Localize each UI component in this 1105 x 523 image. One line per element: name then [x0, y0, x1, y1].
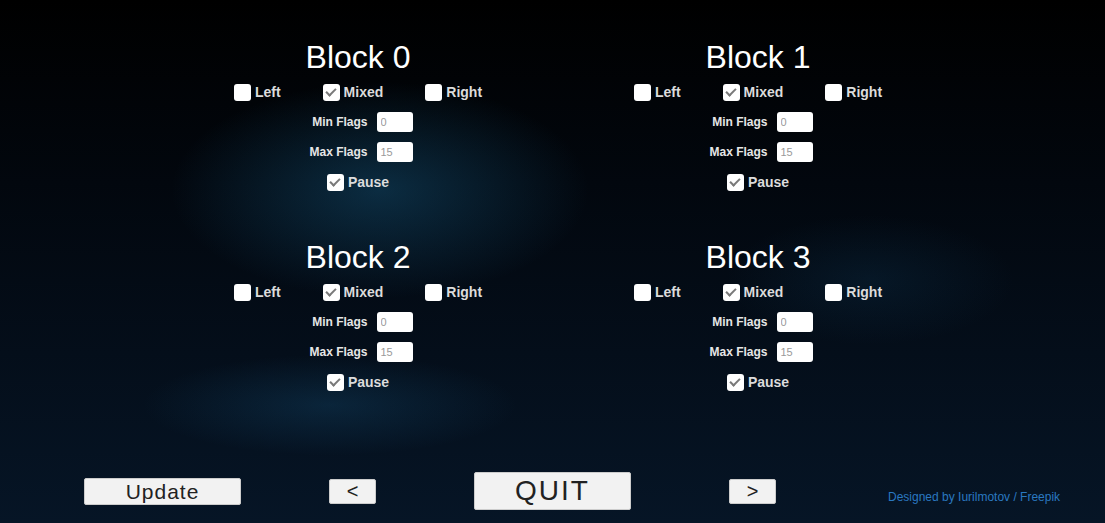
mode-row: Left Mixed Right	[158, 77, 558, 107]
mode-label: Right	[846, 82, 882, 103]
checkbox[interactable]	[234, 84, 251, 101]
block-panel: Block 0 Left Mixed Right Min Flags Max Flags P…	[158, 37, 558, 237]
settings-screen: Block 0 Left Mixed Right Min Flags Max Flags P…	[0, 0, 1105, 523]
field-label: Max Flags	[704, 143, 768, 161]
field-row: Min Flags	[558, 107, 958, 137]
block-panel: Block 2 Left Mixed Right Min Flags Max Flags P…	[158, 237, 558, 437]
block-grid: Block 0 Left Mixed Right Min Flags Max Flags P…	[0, 0, 1105, 437]
field-row: Min Flags	[158, 107, 558, 137]
field-label: Min Flags	[704, 313, 768, 331]
checkbox[interactable]	[825, 84, 842, 101]
field-row: Min Flags	[558, 307, 958, 337]
checkbox[interactable]	[327, 174, 344, 191]
pause-option[interactable]: Pause	[327, 172, 389, 193]
block-panel: Block 3 Left Mixed Right Min Flags Max Flags P…	[558, 237, 958, 437]
mode-option[interactable]: Right	[825, 82, 882, 103]
mode-label: Left	[255, 82, 281, 103]
field-label: Max Flags	[304, 143, 368, 161]
pause-label: Pause	[748, 172, 789, 193]
checkbox[interactable]	[425, 84, 442, 101]
checkbox[interactable]	[634, 84, 651, 101]
checkbox[interactable]	[323, 284, 340, 301]
field-row: Max Flags	[158, 137, 558, 167]
mode-row: Left Mixed Right	[558, 277, 958, 307]
field-label: Max Flags	[304, 343, 368, 361]
pause-label: Pause	[348, 372, 389, 393]
block-title: Block 0	[158, 37, 558, 77]
checkbox[interactable]	[327, 374, 344, 391]
number-field[interactable]	[377, 112, 413, 133]
pause-row: Pause	[558, 367, 958, 397]
field-label: Min Flags	[704, 113, 768, 131]
mode-option[interactable]: Mixed	[723, 282, 784, 303]
mode-label: Right	[846, 282, 882, 303]
mode-label: Mixed	[744, 282, 784, 303]
checkbox[interactable]	[634, 284, 651, 301]
checkbox[interactable]	[727, 374, 744, 391]
pause-row: Pause	[158, 167, 558, 197]
next-button[interactable]: >	[729, 479, 776, 504]
mode-option[interactable]: Left	[634, 82, 681, 103]
checkbox[interactable]	[723, 84, 740, 101]
field-label: Min Flags	[304, 113, 368, 131]
mode-label: Left	[655, 82, 681, 103]
mode-row: Left Mixed Right	[558, 77, 958, 107]
mode-label: Left	[655, 282, 681, 303]
block-title: Block 3	[558, 237, 958, 277]
number-field[interactable]	[777, 312, 813, 333]
field-label: Min Flags	[304, 313, 368, 331]
pause-option[interactable]: Pause	[327, 372, 389, 393]
checkbox[interactable]	[425, 284, 442, 301]
mode-label: Left	[255, 282, 281, 303]
pause-row: Pause	[558, 167, 958, 197]
block-title: Block 1	[558, 37, 958, 77]
block-title: Block 2	[158, 237, 558, 277]
mode-label: Mixed	[344, 82, 384, 103]
mode-option[interactable]: Mixed	[323, 282, 384, 303]
mode-label: Mixed	[744, 82, 784, 103]
number-field[interactable]	[377, 142, 413, 163]
checkbox[interactable]	[323, 84, 340, 101]
mode-option[interactable]: Mixed	[323, 82, 384, 103]
checkbox[interactable]	[234, 284, 251, 301]
pause-row: Pause	[158, 367, 558, 397]
mode-label: Right	[446, 282, 482, 303]
pause-option[interactable]: Pause	[727, 372, 789, 393]
number-field[interactable]	[777, 342, 813, 363]
field-row: Max Flags	[558, 137, 958, 167]
field-row: Max Flags	[558, 337, 958, 367]
mode-option[interactable]: Left	[234, 82, 281, 103]
field-row: Min Flags	[158, 307, 558, 337]
mode-option[interactable]: Right	[425, 282, 482, 303]
field-row: Max Flags	[158, 337, 558, 367]
mode-label: Right	[446, 82, 482, 103]
mode-option[interactable]: Right	[825, 282, 882, 303]
mode-label: Mixed	[344, 282, 384, 303]
mode-option[interactable]: Left	[234, 282, 281, 303]
mode-option[interactable]: Right	[425, 82, 482, 103]
number-field[interactable]	[377, 312, 413, 333]
checkbox[interactable]	[723, 284, 740, 301]
quit-button[interactable]: QUIT	[474, 472, 631, 510]
mode-option[interactable]: Mixed	[723, 82, 784, 103]
number-field[interactable]	[377, 342, 413, 363]
mode-option[interactable]: Left	[634, 282, 681, 303]
block-panel: Block 1 Left Mixed Right Min Flags Max Flags P…	[558, 37, 958, 237]
pause-label: Pause	[348, 172, 389, 193]
number-field[interactable]	[777, 142, 813, 163]
checkbox[interactable]	[825, 284, 842, 301]
checkbox[interactable]	[727, 174, 744, 191]
mode-row: Left Mixed Right	[158, 277, 558, 307]
previous-button[interactable]: <	[329, 479, 376, 504]
number-field[interactable]	[777, 112, 813, 133]
update-button[interactable]: Update	[84, 478, 241, 505]
pause-label: Pause	[748, 372, 789, 393]
bottom-bar: Update < QUIT > Designed by Iurilmotov / Fre…	[0, 472, 1105, 523]
pause-option[interactable]: Pause	[727, 172, 789, 193]
field-label: Max Flags	[704, 343, 768, 361]
credit-text: Designed by Iurilmotov / Freepik	[888, 476, 1060, 506]
